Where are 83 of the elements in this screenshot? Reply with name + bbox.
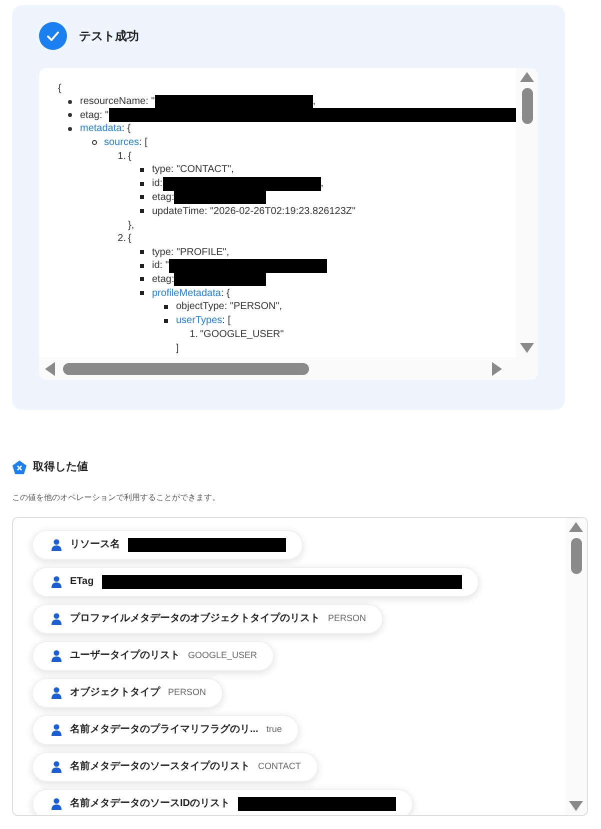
json-text: : "PROFILE", [170, 246, 230, 260]
person-icon [51, 760, 62, 772]
json-key-link[interactable]: sources [104, 135, 140, 150]
list-number: 2. [116, 232, 127, 246]
scrollbar-thumb[interactable] [63, 362, 309, 374]
value-chip[interactable]: リソース名 [32, 530, 303, 560]
json-key-link[interactable]: userTypes [176, 313, 222, 328]
json-key: etag [152, 272, 172, 287]
value-chip[interactable]: 名前メタデータのプライマリフラグのリ... true [32, 714, 299, 744]
variable-icon [12, 460, 27, 475]
json-key: id [152, 176, 160, 192]
bullet-icon [140, 209, 144, 214]
value-chip[interactable]: 名前メタデータのソースIDのリスト [32, 788, 413, 814]
bullet-icon [164, 318, 168, 323]
json-key: type [152, 162, 171, 178]
scroll-down-icon[interactable] [520, 343, 534, 353]
section-title: 取得した値 [33, 460, 88, 475]
list-number: 1. [116, 150, 127, 164]
bullet-icon [68, 113, 72, 118]
bullet-icon [140, 250, 144, 254]
json-text: : [171, 190, 174, 205]
json-key: resourceName [80, 94, 146, 110]
person-icon [51, 724, 62, 736]
json-text: { [128, 150, 132, 164]
value-chip[interactable]: オブジェクトタイプ PERSON [32, 678, 224, 708]
json-text: : "PERSON", [224, 300, 282, 314]
json-text: , [312, 95, 316, 110]
value-chip[interactable]: 名前メタデータのソースタイプのリスト CONTACT [32, 752, 318, 782]
json-key: id [152, 258, 160, 274]
bullet-icon [140, 168, 144, 172]
bullet-icon [140, 195, 144, 200]
json-text: : "CONTACT", [170, 163, 234, 178]
json-text: : [ [139, 136, 148, 150]
list-number: 1. [188, 328, 199, 342]
person-icon [51, 538, 62, 550]
json-key-link[interactable]: metadata [80, 121, 122, 136]
person-icon [51, 650, 62, 662]
json-text: : { [220, 286, 230, 301]
bullet-icon [140, 182, 144, 186]
person-icon [51, 686, 62, 698]
json-text: : " [146, 95, 155, 110]
json-text: { [128, 232, 132, 246]
scroll-left-icon[interactable] [45, 362, 55, 376]
bullet-icon [68, 126, 72, 131]
json-key: etag [152, 190, 172, 205]
scrollbar-thumb[interactable] [522, 88, 532, 124]
json-text: : [160, 177, 163, 192]
json-key: type [152, 244, 171, 260]
person-icon [51, 576, 62, 588]
value-chip[interactable]: ETag [32, 566, 479, 596]
bullet-icon [164, 304, 168, 309]
json-text: "GOOGLE_USER" [200, 328, 284, 342]
json-text: : " [160, 259, 169, 274]
value-chip[interactable]: プロファイルメタデータのオブジェクトタイプのリスト PERSON [32, 604, 384, 634]
bullet-icon [68, 100, 72, 104]
json-key: updateTime [152, 204, 204, 219]
json-text: ] [176, 343, 179, 354]
scroll-right-icon[interactable] [492, 362, 502, 376]
bullet-icon [140, 264, 144, 268]
json-text: { [58, 83, 62, 94]
json-key: objectType [176, 299, 224, 314]
scroll-up-icon[interactable] [569, 522, 583, 532]
bullet-icon [140, 291, 144, 296]
person-icon [51, 798, 62, 810]
person-icon [51, 612, 62, 624]
json-text: , [320, 177, 324, 192]
section-description: この値を他のオペレーションで利用することができます。 [12, 492, 220, 502]
scroll-down-icon[interactable] [569, 800, 583, 810]
json-key: etag [80, 108, 100, 123]
bullet-icon [92, 140, 97, 146]
json-text: : [171, 272, 174, 287]
json-text: : { [122, 122, 131, 136]
value-chip[interactable]: ユーザータイプのリスト GOOGLE_USER [32, 640, 274, 670]
scrollbar-thumb[interactable] [570, 538, 582, 574]
scroll-up-icon[interactable] [520, 72, 534, 82]
json-text: }, [128, 220, 134, 231]
check-icon [39, 22, 67, 50]
bullet-icon [140, 277, 144, 282]
result-title: テスト成功 [79, 28, 139, 45]
json-text: : "2026-02-26T02:19:23.826123Z" [204, 204, 356, 219]
json-text: : [ [222, 314, 230, 328]
json-text: : " [99, 108, 109, 123]
json-key-link[interactable]: profileMetadata [152, 286, 221, 301]
